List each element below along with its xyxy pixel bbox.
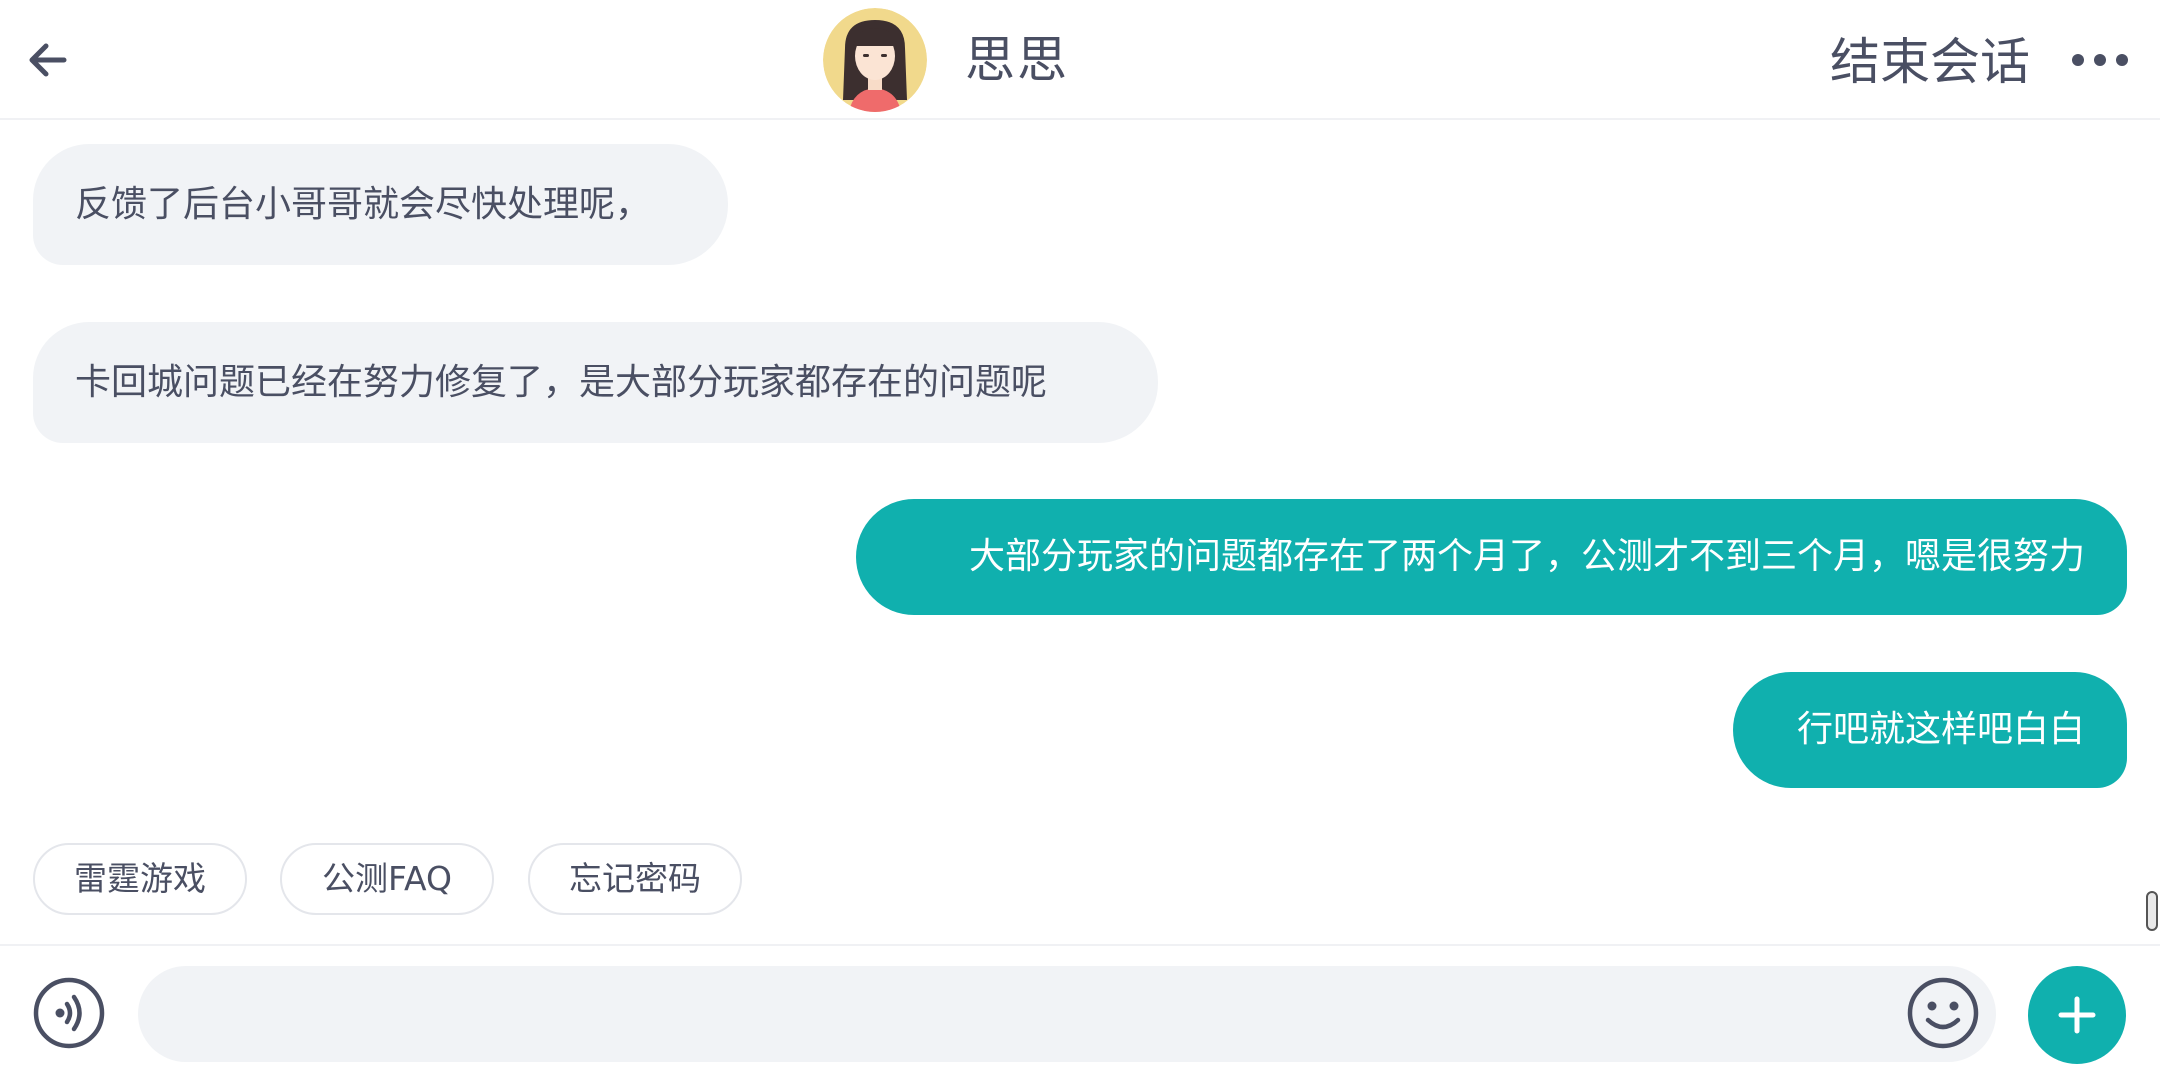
quick-reply-chip[interactable]: 忘记密码 [528,843,742,915]
agent-avatar [823,8,927,112]
end-chat-button[interactable]: 结束会话 [1830,30,2030,94]
incoming-message: 反馈了后台小哥哥就会尽快处理呢， [33,144,728,265]
chat-app: 思思 结束会话 反馈了后台小哥哥就会尽快处理呢， 卡回城问题已经在努力修复了，是… [0,0,2160,1080]
scrollbar-thumb[interactable] [2146,891,2158,931]
outgoing-message: 行吧就这样吧白白 [1733,672,2127,788]
more-options-button[interactable] [2060,35,2140,85]
arrow-left-icon [29,43,67,77]
more-actions-button[interactable] [2028,966,2126,1064]
quick-reply-chip[interactable]: 公测FAQ [280,843,494,915]
agent-name: 思思 [965,31,1069,89]
quick-reply-chip[interactable]: 雷霆游戏 [33,843,247,915]
message-text: 行吧就这样吧白白 [1796,709,2085,750]
message-text: 大部分玩家的问题都存在了两个月了，公测才不到三个月，嗯是很努力 [968,536,2085,577]
input-bar [0,944,2160,1080]
back-button[interactable] [18,30,78,90]
smiley-icon [1907,977,1979,1049]
outgoing-message: 大部分玩家的问题都存在了两个月了，公测才不到三个月，嗯是很努力 [856,499,2127,615]
voice-icon [33,977,105,1049]
plus-icon [2058,996,2096,1034]
message-input[interactable] [138,966,1996,1062]
more-horizontal-icon [2072,54,2128,66]
emoji-button[interactable] [1906,976,1980,1050]
voice-input-button[interactable] [32,976,106,1050]
message-text: 卡回城问题已经在努力修复了，是大部分玩家都存在的问题呢 [75,361,1048,403]
message-list[interactable]: 反馈了后台小哥哥就会尽快处理呢， 卡回城问题已经在努力修复了，是大部分玩家都存在… [0,120,2160,931]
chat-header: 思思 结束会话 [0,0,2160,120]
incoming-message: 卡回城问题已经在努力修复了，是大部分玩家都存在的问题呢 [33,322,1158,443]
message-text: 反馈了后台小哥哥就会尽快处理呢， [75,183,652,225]
